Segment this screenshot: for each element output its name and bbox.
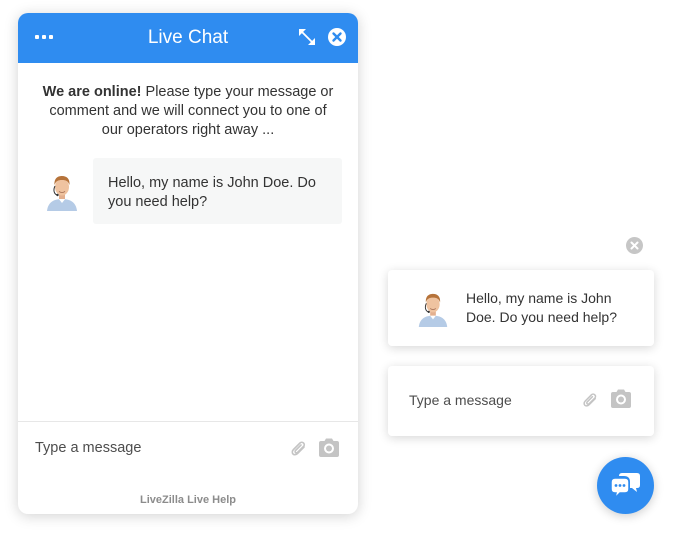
branding-footer: LiveZilla Live Help <box>140 494 236 506</box>
camera-icon[interactable] <box>609 388 633 410</box>
operator-avatar <box>418 293 448 327</box>
chat-bubbles-icon <box>610 473 640 500</box>
chat-window: Live Chat We are online! Please type you… <box>18 13 358 514</box>
quick-message-input[interactable] <box>409 390 569 410</box>
welcome-bold: We are online! <box>42 84 142 100</box>
close-icon[interactable] <box>327 27 347 47</box>
chat-header: Live Chat <box>18 13 358 63</box>
page: Live Chat We are online! Please type you… <box>0 0 695 539</box>
welcome-message: We are online! Please type your message … <box>42 83 334 140</box>
open-chat-button[interactable] <box>597 457 654 514</box>
input-divider <box>18 421 358 422</box>
dismiss-icon[interactable] <box>625 236 644 255</box>
camera-icon[interactable] <box>317 437 341 459</box>
expand-icon[interactable] <box>298 28 316 46</box>
quick-input-card <box>388 366 654 436</box>
preview-message-text: Hello, my name is John Doe. Do you need … <box>466 290 617 325</box>
paperclip-icon[interactable] <box>581 391 600 410</box>
message-input[interactable] <box>35 437 275 459</box>
paperclip-icon[interactable] <box>289 439 309 459</box>
operator-avatar <box>47 176 77 211</box>
operator-message-bubble: Hello, my name is John Doe. Do you need … <box>93 158 342 224</box>
message-preview-card[interactable]: Hello, my name is John Doe. Do you need … <box>388 270 654 346</box>
